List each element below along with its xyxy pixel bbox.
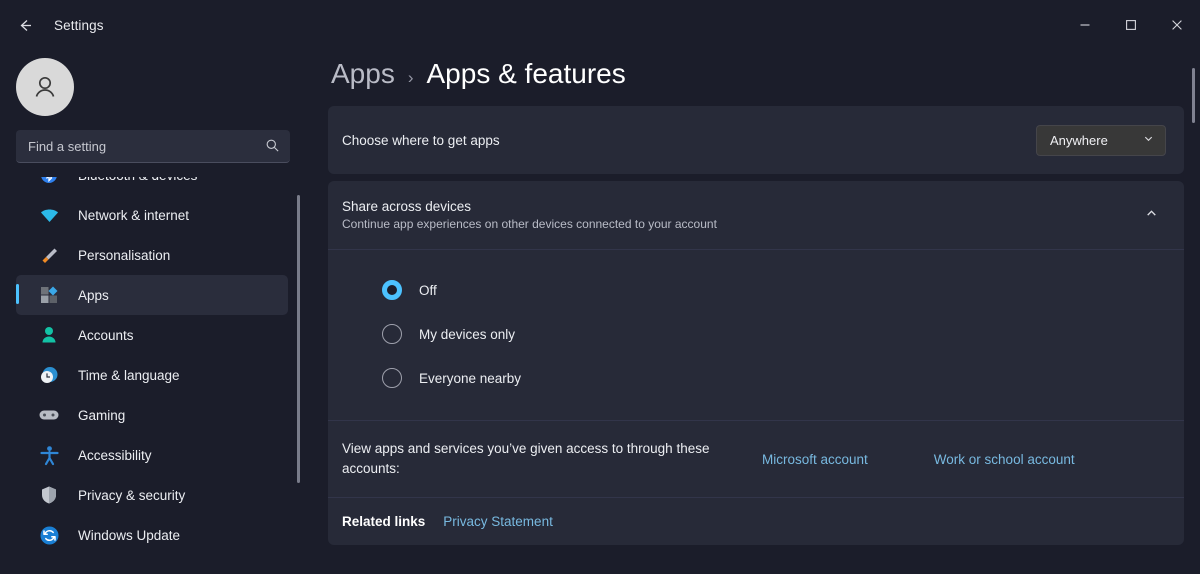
user-avatar-icon xyxy=(35,76,55,97)
search-input[interactable] xyxy=(28,138,265,154)
settings-window: Settings Find a setting Network & intern… xyxy=(0,0,1200,574)
share-across-devices-expanded: Off My devices only Everyone nearby xyxy=(328,250,1184,420)
radio-label: Off xyxy=(419,282,437,298)
share-across-devices-collapse-button[interactable] xyxy=(1136,200,1166,230)
breadcrumb: Apps › Apps & features xyxy=(328,50,1184,106)
sidebar-item-windows-update[interactable]: Windows Update xyxy=(16,515,288,555)
sidebar-item-gaming[interactable]: Gaming xyxy=(16,395,288,435)
clock-globe-icon xyxy=(38,364,60,386)
window-controls xyxy=(1062,0,1200,50)
radio-label: My devices only xyxy=(419,326,516,342)
sidebar: Bluetooth & devices Network & internet P… xyxy=(0,50,306,574)
breadcrumb-separator: › xyxy=(407,68,414,87)
share-across-devices-text: Share across devices Continue app experi… xyxy=(342,199,717,231)
update-refresh-icon xyxy=(38,524,60,546)
choose-where-to-get-apps-label: Choose where to get apps xyxy=(342,132,500,148)
sidebar-item-personalisation[interactable]: Personalisation xyxy=(16,235,288,275)
wifi-icon xyxy=(38,204,60,226)
accounts-access-row: View apps and services you’ve given acce… xyxy=(328,421,1184,497)
person-icon xyxy=(38,324,60,346)
sidebar-item-label: Personalisation xyxy=(78,247,171,263)
microsoft-account-link[interactable]: Microsoft account xyxy=(762,452,868,467)
sidebar-item-label: Apps xyxy=(78,287,109,303)
close-button[interactable] xyxy=(1154,0,1200,50)
window-title: Settings xyxy=(54,17,104,33)
sidebar-item-label: Network & internet xyxy=(78,207,190,223)
share-across-devices-title: Share across devices xyxy=(342,199,472,214)
page-title: Apps & features xyxy=(426,58,626,89)
bluetooth-icon xyxy=(38,177,60,186)
close-icon xyxy=(1172,20,1182,30)
sidebar-item-label: Privacy & security xyxy=(78,487,186,503)
sidebar-nav: Bluetooth & devices Network & internet P… xyxy=(0,177,306,574)
sidebar-item-accounts[interactable]: Accounts xyxy=(16,315,288,355)
sidebar-item-privacy-security[interactable]: Privacy & security xyxy=(16,475,288,515)
radio-option-my-devices-only[interactable]: My devices only xyxy=(328,312,1184,356)
chevron-down-icon xyxy=(1143,133,1154,147)
minimize-button[interactable] xyxy=(1062,0,1108,50)
minimize-icon xyxy=(1080,24,1090,26)
maximize-icon xyxy=(1126,20,1136,30)
search-icon xyxy=(265,138,280,155)
sidebar-item-label: Accessibility xyxy=(78,447,152,463)
avatar-container xyxy=(0,50,306,116)
sidebar-item-network-internet[interactable]: Network & internet xyxy=(16,195,288,235)
sidebar-scrollbar[interactable] xyxy=(297,195,300,483)
share-across-devices-header[interactable]: Share across devices Continue app experi… xyxy=(328,181,1184,249)
choose-where-to-get-apps-row: Choose where to get apps Anywhere xyxy=(328,106,1184,174)
share-across-devices-subtitle: Continue app experiences on other device… xyxy=(342,217,717,231)
main-scrollbar[interactable] xyxy=(1192,68,1195,123)
related-links-label: Related links xyxy=(342,514,426,529)
apps-icon xyxy=(38,284,60,306)
sidebar-item-label: Bluetooth & devices xyxy=(78,177,197,183)
radio-option-everyone-nearby[interactable]: Everyone nearby xyxy=(328,356,1184,400)
accessibility-icon xyxy=(38,444,60,466)
radio-button[interactable] xyxy=(382,280,402,300)
share-mode-radio-group: Off My devices only Everyone nearby xyxy=(328,250,1184,420)
sidebar-item-time-language[interactable]: Time & language xyxy=(16,355,288,395)
back-button[interactable] xyxy=(8,8,42,42)
chevron-up-icon xyxy=(1145,207,1158,223)
maximize-button[interactable] xyxy=(1108,0,1154,50)
back-arrow-icon xyxy=(20,19,31,31)
sidebar-item-label: Gaming xyxy=(78,407,126,423)
shield-icon xyxy=(38,484,60,506)
sidebar-item-apps[interactable]: Apps xyxy=(16,275,288,315)
window-body: Bluetooth & devices Network & internet P… xyxy=(0,50,1200,574)
radio-option-off[interactable]: Off xyxy=(328,268,1184,312)
gamepad-icon xyxy=(38,404,60,426)
work-or-school-account-link[interactable]: Work or school account xyxy=(934,452,1075,467)
share-across-devices-card: Share across devices Continue app experi… xyxy=(328,181,1184,545)
sidebar-item-label: Windows Update xyxy=(78,527,181,543)
radio-button[interactable] xyxy=(382,368,402,388)
accounts-links: Microsoft account Work or school account xyxy=(762,452,1075,467)
search-box[interactable] xyxy=(16,130,290,163)
radio-button[interactable] xyxy=(382,324,402,344)
sidebar-item-label: Time & language xyxy=(78,367,180,383)
sidebar-item-accessibility[interactable]: Accessibility xyxy=(16,435,288,475)
sidebar-item-label: Accounts xyxy=(78,327,134,343)
search-container xyxy=(0,116,306,163)
main-content: Apps › Apps & features Choose where to g… xyxy=(306,50,1200,574)
avatar[interactable] xyxy=(16,58,74,116)
paintbrush-icon xyxy=(38,244,60,266)
get-apps-dropdown-value: Anywhere xyxy=(1050,132,1108,148)
privacy-statement-link[interactable]: Privacy Statement xyxy=(443,514,553,529)
accounts-access-text: View apps and services you’ve given acce… xyxy=(342,441,710,476)
choose-where-to-get-apps-card: Choose where to get apps Anywhere xyxy=(328,106,1184,174)
sidebar-item-bluetooth-devices[interactable]: Bluetooth & devices xyxy=(16,177,288,195)
related-links-row: Related links Privacy Statement xyxy=(328,498,1184,545)
get-apps-dropdown[interactable]: Anywhere xyxy=(1036,124,1166,156)
sidebar-nav-inner: Bluetooth & devices Network & internet P… xyxy=(16,177,288,555)
radio-label: Everyone nearby xyxy=(419,370,522,386)
title-bar: Settings xyxy=(0,0,1200,50)
breadcrumb-parent[interactable]: Apps xyxy=(331,58,395,90)
